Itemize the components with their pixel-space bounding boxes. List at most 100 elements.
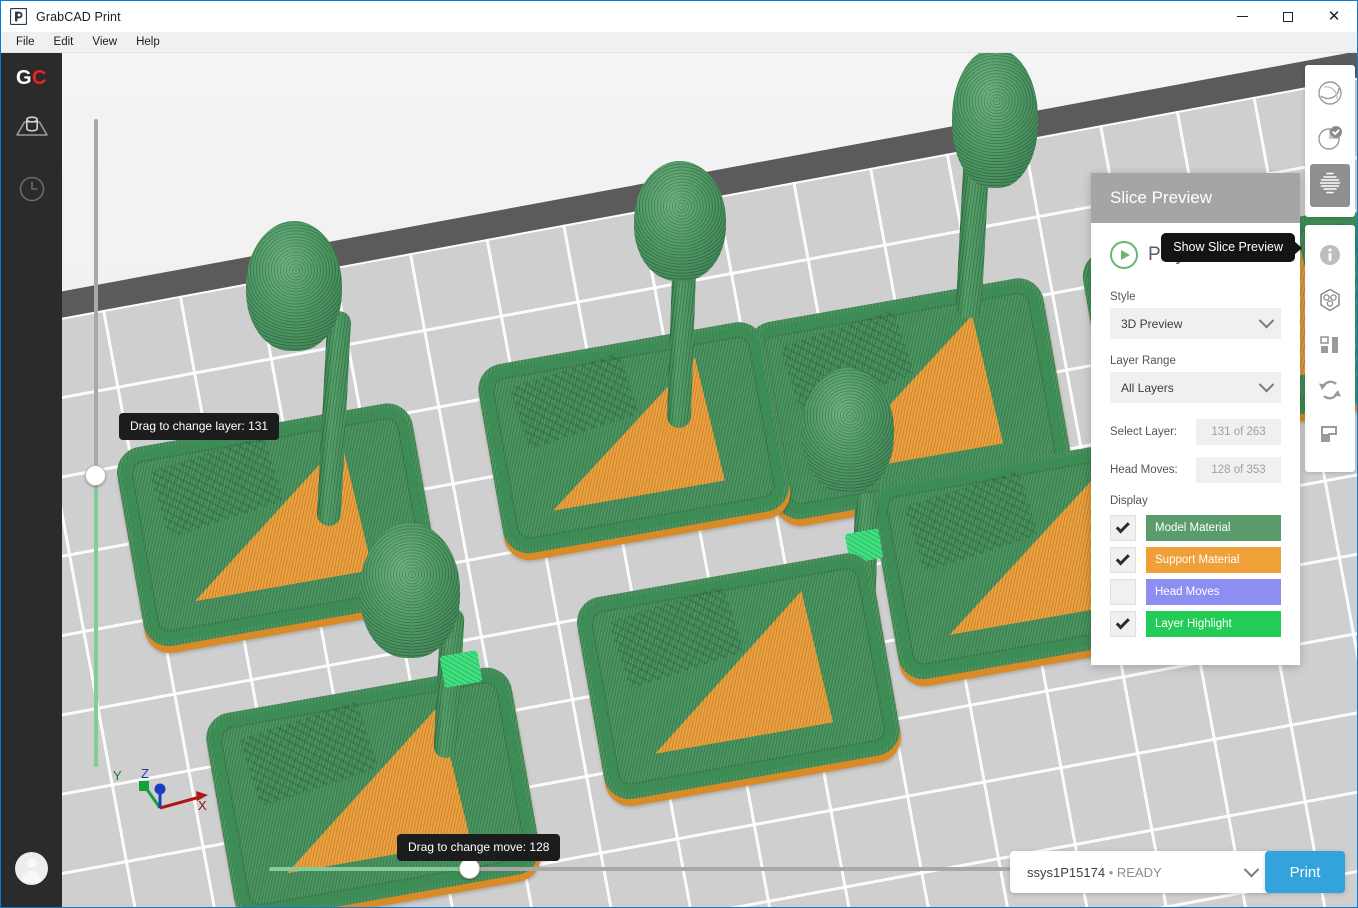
printer-selector[interactable]: ssys1P15174 • READY — [1010, 851, 1270, 893]
orient-button[interactable] — [1310, 371, 1350, 414]
scale-icon — [1318, 423, 1342, 452]
avatar-body-icon — [22, 871, 41, 883]
chevron-down-icon — [1258, 376, 1275, 393]
display-row-support-material: Support Material — [1110, 547, 1281, 573]
minimize-button[interactable] — [1219, 1, 1265, 32]
layer-range-label: Layer Range — [1110, 355, 1176, 367]
style-select-value: 3D Preview — [1121, 316, 1183, 331]
style-label: Style — [1110, 291, 1136, 303]
style-select[interactable]: 3D Preview — [1110, 308, 1281, 339]
arrange-button[interactable] — [1310, 326, 1350, 369]
model-tools-toolbar — [1305, 225, 1355, 472]
printed-part — [469, 289, 804, 568]
play-circle-icon — [1110, 241, 1138, 269]
chevron-down-icon — [1258, 312, 1275, 329]
material-icon — [1317, 287, 1343, 318]
slice-preview-panel-title: Slice Preview — [1091, 173, 1300, 223]
avatar-head-icon — [26, 858, 37, 868]
menu-file[interactable]: File — [9, 34, 45, 51]
sidebar-logo-g: G — [15, 67, 33, 89]
transparent-view-button[interactable] — [1310, 119, 1350, 162]
select-layer-label: Select Layer: — [1110, 426, 1178, 438]
menu-view[interactable]: View — [85, 34, 127, 51]
menu-edit[interactable]: Edit — [47, 34, 84, 51]
solid-view-icon — [1316, 79, 1344, 112]
info-icon — [1318, 243, 1342, 272]
layer-slider-track-lower — [94, 475, 98, 767]
orient-icon — [1317, 377, 1343, 408]
select-layer-row: Select Layer: 131 of 263 — [1110, 419, 1281, 445]
layer-highlight-checkbox[interactable] — [1110, 611, 1136, 637]
slice-preview-tooltip: Show Slice Preview — [1161, 233, 1295, 262]
maximize-button[interactable] — [1265, 1, 1311, 32]
part-bulb — [952, 53, 1038, 188]
material-button[interactable] — [1310, 281, 1350, 324]
part-bulb — [360, 523, 460, 658]
avatar[interactable] — [15, 852, 48, 885]
part-bulb — [246, 221, 342, 351]
play-triangle-icon — [1121, 250, 1130, 260]
menu-help[interactable]: Help — [129, 34, 170, 51]
slice-preview-panel-body: Play Preview Style 3D Preview Layer Rang… — [1091, 223, 1300, 665]
info-button[interactable] — [1310, 236, 1350, 279]
model-material-checkbox[interactable] — [1110, 515, 1136, 541]
layer-slider-track-upper — [94, 119, 98, 471]
left-sidebar: GC — [1, 53, 62, 907]
display-label: Display — [1110, 495, 1148, 507]
view-mode-toolbar — [1305, 65, 1355, 217]
viewport-3d[interactable]: Drag to change layer: 131 Drag to change… — [62, 53, 1357, 907]
grabcad-print-window: GrabCAD Print ✕ File Edit View Help GC D… — [0, 0, 1358, 908]
head-moves-checkbox[interactable] — [1110, 579, 1136, 605]
axis-gizmo: X Y Z — [112, 760, 232, 830]
part-base — [572, 549, 904, 804]
move-slider-handle[interactable] — [459, 858, 480, 879]
maximize-icon — [1283, 11, 1293, 22]
close-button[interactable]: ✕ — [1311, 1, 1357, 32]
slice-preview-button[interactable] — [1310, 164, 1350, 207]
head-moves-chip[interactable]: Head Moves — [1146, 579, 1281, 605]
move-slider-tooltip: Drag to change move: 128 — [397, 834, 561, 861]
display-row-layer-highlight: Layer Highlight — [1110, 611, 1281, 637]
sidebar-item-build-tray[interactable] — [9, 106, 55, 152]
check-icon — [1115, 518, 1130, 533]
support-material-checkbox[interactable] — [1110, 547, 1136, 573]
printer-name: ssys1P15174 — [1027, 864, 1106, 880]
check-icon — [1115, 550, 1130, 565]
axis-label-y: Y — [113, 768, 122, 783]
sidebar-logo: GC — [16, 67, 47, 90]
part-bulb — [802, 368, 894, 493]
chevron-down-icon — [1243, 861, 1260, 877]
display-row-model-material: Model Material — [1110, 515, 1281, 541]
close-icon: ✕ — [1327, 7, 1341, 25]
part-base — [474, 318, 794, 558]
print-button[interactable]: Print — [1265, 851, 1345, 893]
solid-view-button[interactable] — [1310, 74, 1350, 117]
slice-preview-icon — [1316, 169, 1344, 202]
model-material-chip[interactable]: Model Material — [1146, 515, 1281, 541]
axis-label-z: Z — [141, 766, 149, 781]
minimize-icon — [1236, 16, 1248, 17]
menu-bar: File Edit View Help — [1, 32, 1357, 53]
display-row-head-moves: Head Moves — [1110, 579, 1281, 605]
grabcad-logo-icon — [8, 7, 28, 27]
check-icon — [1115, 614, 1130, 629]
transparent-view-icon — [1316, 124, 1344, 157]
layer-range-select[interactable]: All Layers — [1110, 372, 1281, 403]
select-layer-value[interactable]: 131 of 263 — [1196, 419, 1281, 445]
layer-range-select-value: All Layers — [1121, 380, 1174, 395]
printer-label: ssys1P15174 • READY — [1027, 865, 1162, 880]
layer-slider-handle[interactable] — [85, 465, 106, 486]
support-material-chip[interactable]: Support Material — [1146, 547, 1281, 573]
part-bulb — [634, 161, 726, 281]
layer-slider-tooltip: Drag to change layer: 131 — [119, 413, 280, 440]
scale-button[interactable] — [1310, 416, 1350, 459]
head-moves-value[interactable]: 128 of 353 — [1196, 457, 1281, 483]
history-clock-icon — [17, 174, 47, 209]
layer-slider[interactable] — [85, 119, 106, 767]
printed-part — [568, 518, 917, 818]
window-controls: ✕ — [1219, 1, 1357, 32]
sidebar-logo-c: C — [32, 67, 47, 89]
sidebar-item-history[interactable] — [9, 168, 55, 214]
layer-highlight-chip[interactable]: Layer Highlight — [1146, 611, 1281, 637]
head-moves-row: Head Moves: 128 of 353 — [1110, 457, 1281, 483]
